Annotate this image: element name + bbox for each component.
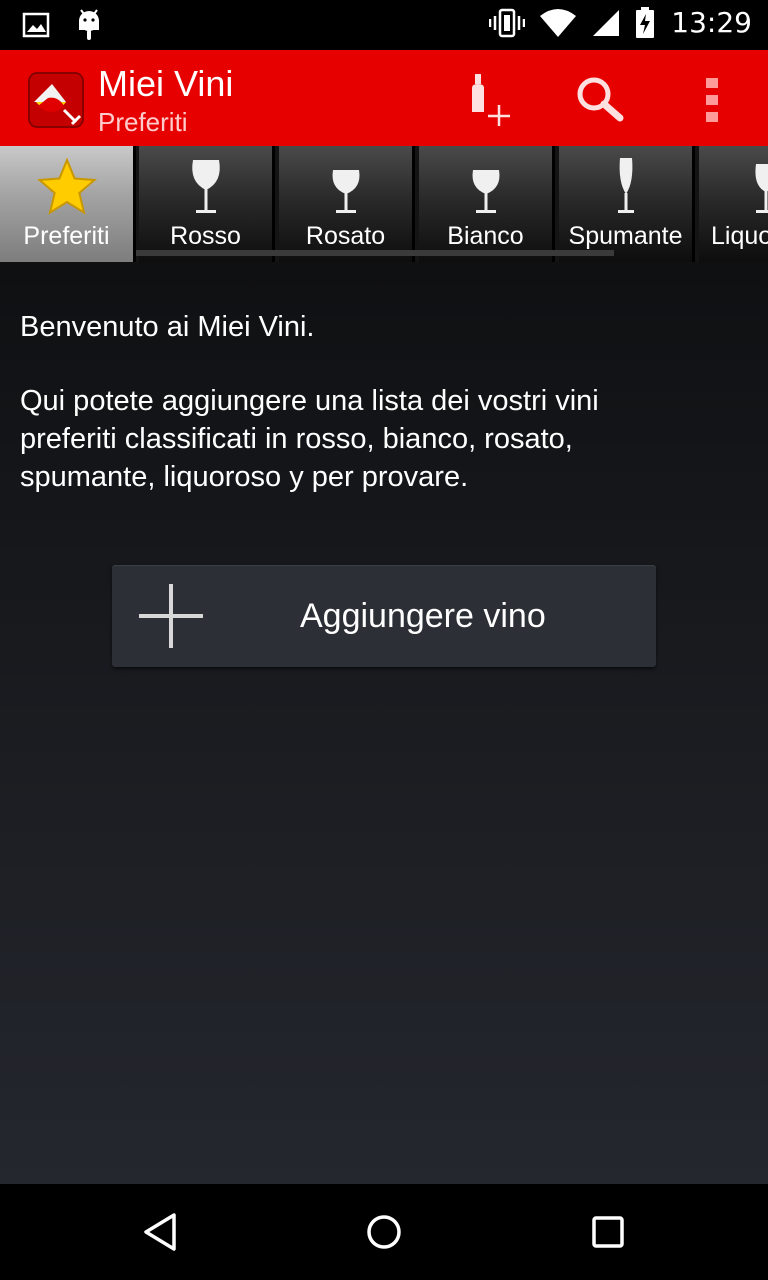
tab-strip: Preferiti Rosso Rosato Bianco Spumante L…: [0, 146, 768, 262]
tab-label: Spumante: [568, 222, 683, 250]
cell-signal-icon: [593, 9, 620, 36]
wine-glass-icon: [755, 164, 768, 213]
wine-glass-icon: [472, 170, 499, 213]
status-bar: 13:29: [0, 0, 768, 50]
app-title: Miei Vini: [98, 63, 234, 104]
flute-glass-icon: [617, 158, 634, 213]
search-icon[interactable]: [574, 74, 626, 126]
overflow-menu-icon[interactable]: [694, 72, 730, 128]
star-icon: [36, 157, 97, 215]
plus-icon: [139, 584, 203, 648]
home-icon[interactable]: [364, 1212, 404, 1252]
tab-label: Rosato: [305, 222, 386, 250]
wifi-icon: [540, 8, 577, 37]
add-wine-button[interactable]: Aggiungere vino: [112, 565, 656, 667]
tab-preferiti[interactable]: Preferiti: [0, 146, 136, 262]
tab-rosato[interactable]: Rosato: [279, 146, 415, 262]
tab-bianco[interactable]: Bianco: [419, 146, 555, 262]
wine-glass-icon: [332, 170, 359, 213]
tab-liquoroso[interactable]: Liquoroso: [699, 146, 768, 262]
tab-label: Liquoroso: [711, 222, 768, 250]
app-subtitle: Preferiti: [98, 107, 188, 137]
recents-icon[interactable]: [588, 1212, 628, 1252]
tab-spumante[interactable]: Spumante: [559, 146, 695, 262]
navigation-bar: [0, 1184, 768, 1280]
welcome-text: Benvenuto ai Miei Vini.: [20, 311, 315, 343]
wine-glass-icon: [191, 160, 220, 213]
add-bottle-icon[interactable]: [466, 70, 516, 126]
tab-rosso[interactable]: Rosso: [139, 146, 275, 262]
app-bar: Miei Vini Preferiti: [0, 50, 768, 146]
add-wine-button-label: Aggiungere vino: [300, 597, 546, 635]
tab-label: Bianco: [447, 222, 524, 250]
status-time: 13:29: [671, 6, 752, 39]
tab-label: Preferiti: [23, 222, 110, 250]
image-notification-icon: [22, 12, 50, 38]
app-logo-icon: [28, 72, 84, 128]
main-content: Benvenuto ai Miei Vini. Qui potete aggiu…: [0, 262, 768, 1184]
battery-charging-icon: [636, 6, 655, 38]
android-notification-icon: [79, 9, 99, 40]
vibrate-icon: [489, 8, 526, 37]
tab-label: Rosso: [170, 222, 241, 250]
back-icon[interactable]: [140, 1212, 180, 1252]
description-text: Qui potete aggiungere una lista dei vost…: [20, 385, 599, 493]
tab-scroll-indicator: [136, 250, 614, 256]
